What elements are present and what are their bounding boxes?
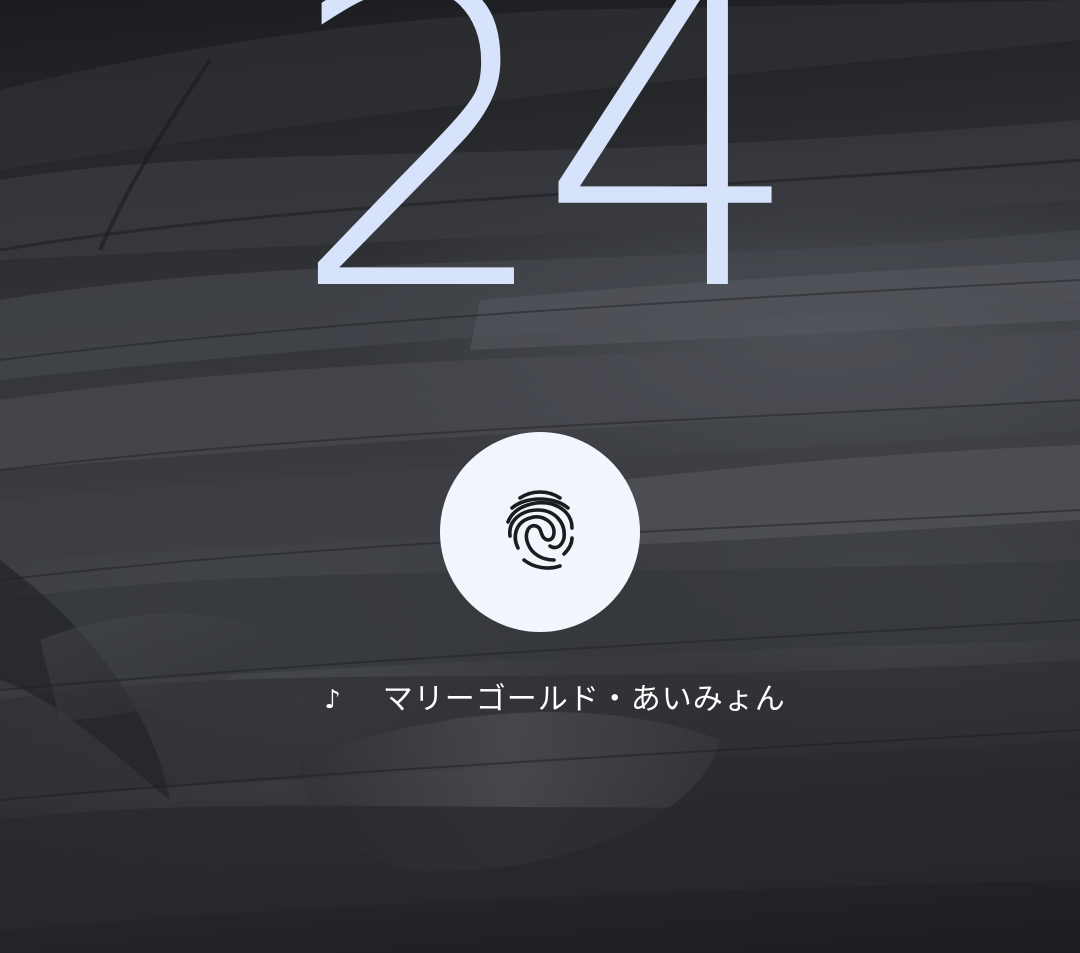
clock-minutes: 24 <box>288 0 805 384</box>
now-playing-indicator[interactable]: ♪ マリーゴールド・あいみょん <box>0 680 1080 720</box>
music-note-icon: ♪ <box>324 685 341 715</box>
fingerprint-unlock-button[interactable] <box>440 432 640 632</box>
fingerprint-icon <box>506 490 574 570</box>
lock-screen: 24 ♪ マリーゴールド・あいみょん <box>0 0 1080 953</box>
now-playing-text: マリーゴールド・あいみょん <box>382 682 786 717</box>
